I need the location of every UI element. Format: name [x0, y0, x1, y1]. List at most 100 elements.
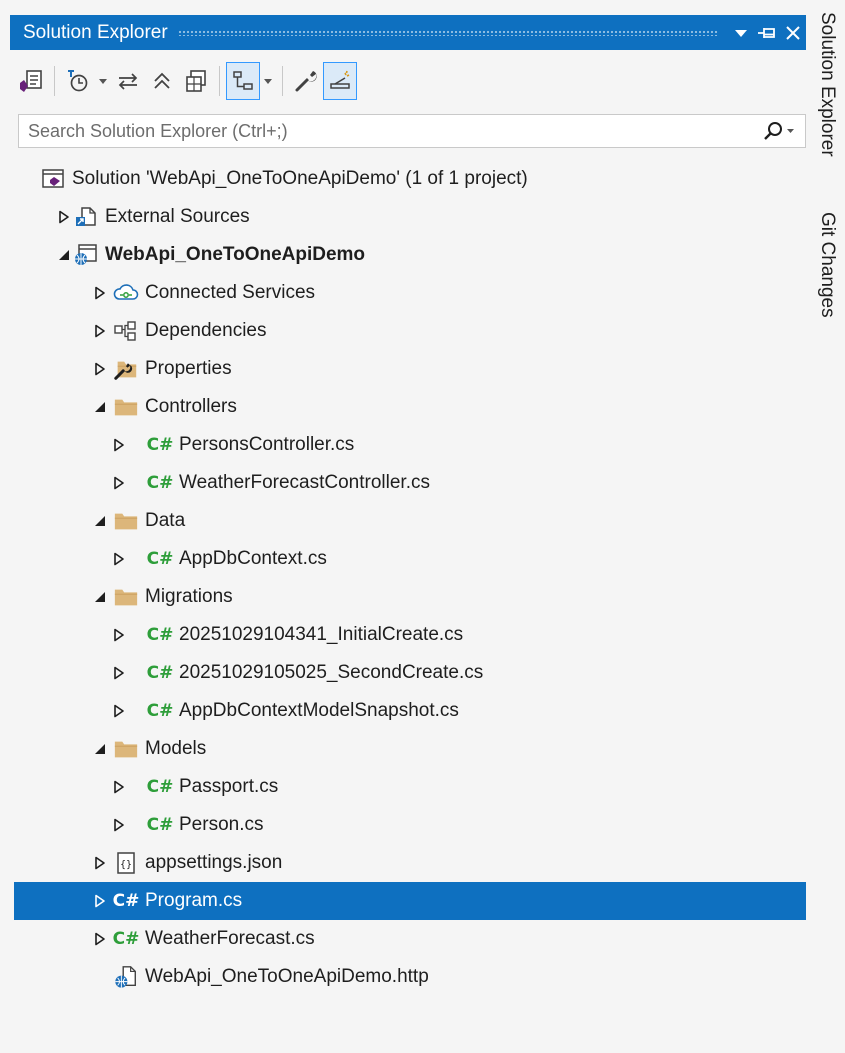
tree-item[interactable]: C# WeatherForecast.cs — [14, 920, 806, 958]
folder-icon — [113, 395, 139, 419]
close-button[interactable] — [780, 20, 806, 46]
tree-item[interactable]: Controllers — [14, 388, 806, 426]
preview-selected-items-button[interactable] — [226, 62, 260, 100]
tree-item-label: External Sources — [105, 206, 250, 227]
tree-item[interactable]: C# AppDbContextModelSnapshot.cs — [14, 692, 806, 730]
tree-item-label: PersonsController.cs — [179, 434, 355, 455]
title-bar-grip[interactable] — [177, 29, 718, 36]
folder-icon — [113, 737, 139, 761]
tree-item[interactable]: Properties — [14, 350, 806, 388]
json-file-icon: {} — [113, 851, 139, 875]
git-actions-button[interactable] — [323, 62, 357, 100]
collapse-arrow-icon[interactable] — [92, 513, 108, 529]
tree-item[interactable]: C# Person.cs — [14, 806, 806, 844]
csharp-file-icon: C# — [146, 623, 174, 647]
expand-arrow-icon[interactable] — [92, 361, 108, 377]
side-tab-solution-explorer[interactable]: Solution Explorer — [816, 12, 838, 157]
sync-with-active-document-button[interactable] — [111, 62, 145, 100]
dependencies-icon — [113, 319, 139, 343]
caret-down-icon — [264, 79, 272, 84]
csharp-glyph: C# — [146, 625, 174, 645]
tree-item-label: WeatherForecast.cs — [145, 928, 315, 949]
folder-icon — [113, 585, 139, 609]
csharp-glyph: C# — [146, 815, 174, 835]
solution-explorer-panel: Solution Explorer Search Solution Explor… — [0, 0, 811, 1053]
preview-dropdown[interactable] — [260, 62, 276, 100]
tree-item[interactable]: Data — [14, 502, 806, 540]
tree-item[interactable]: C# Program.cs — [14, 882, 806, 920]
expand-arrow-icon[interactable] — [56, 209, 72, 225]
collapse-all-button[interactable] — [145, 62, 179, 100]
search-options-button[interactable] — [755, 116, 805, 146]
pending-changes-filter-button[interactable] — [61, 62, 95, 100]
pending-changes-dropdown[interactable] — [95, 62, 111, 100]
expand-arrow-icon[interactable] — [111, 627, 127, 643]
collapse-arrow-icon[interactable] — [92, 399, 108, 415]
brush-icon — [330, 70, 350, 89]
expand-arrow-icon[interactable] — [111, 551, 127, 567]
expand-arrow-icon[interactable] — [92, 893, 108, 909]
expand-arrow-icon[interactable] — [111, 703, 127, 719]
svg-text:{}: {} — [120, 860, 132, 871]
tree-item[interactable]: Solution 'WebApi_OneToOneApiDemo' (1 of … — [14, 160, 806, 198]
tree-item[interactable]: WebApi_OneToOneApiDemo — [14, 236, 806, 274]
collapse-arrow-icon[interactable] — [56, 247, 72, 263]
tree-item[interactable]: C# 20251029104341_InitialCreate.cs — [14, 616, 806, 654]
tree-item[interactable]: C# 20251029105025_SecondCreate.cs — [14, 654, 806, 692]
solution-tree: Solution 'WebApi_OneToOneApiDemo' (1 of … — [14, 160, 806, 996]
tree-item[interactable]: C# PersonsController.cs — [14, 426, 806, 464]
expand-arrow-icon[interactable] — [111, 475, 127, 491]
properties-button[interactable] — [289, 62, 323, 100]
tree-item-label: AppDbContext.cs — [179, 548, 327, 569]
expand-arrow-icon[interactable] — [92, 285, 108, 301]
http-file-icon — [113, 965, 139, 989]
side-tab-git-changes[interactable]: Git Changes — [816, 212, 838, 318]
expand-arrow-icon[interactable] — [111, 817, 127, 833]
close-icon — [786, 25, 800, 40]
tree-item[interactable]: WebApi_OneToOneApiDemo.http — [14, 958, 806, 996]
wrench-icon — [295, 71, 317, 92]
panel-title: Solution Explorer — [23, 21, 168, 43]
tree-item[interactable]: Models — [14, 730, 806, 768]
csharp-glyph: C# — [146, 435, 174, 455]
tree-item-label: Dependencies — [145, 320, 267, 341]
window-position-dropdown-button[interactable] — [728, 20, 754, 46]
tree-item-label: Migrations — [145, 586, 233, 607]
toolbar-separator — [54, 66, 55, 96]
show-all-files-button[interactable] — [179, 62, 213, 100]
csharp-file-icon: C# — [146, 433, 174, 457]
show-all-files-icon — [186, 70, 206, 92]
panel-title-bar[interactable]: Solution Explorer — [10, 15, 806, 50]
tree-item-label: 20251029105025_SecondCreate.cs — [179, 662, 484, 683]
expand-arrow-icon[interactable] — [111, 437, 127, 453]
class-view-icon — [233, 71, 253, 90]
tree-item[interactable]: External Sources — [14, 198, 806, 236]
tree-item-label: WebApi_OneToOneApiDemo — [105, 244, 366, 265]
auto-hide-pin-button[interactable] — [754, 20, 780, 46]
tree-item[interactable]: C# Passport.cs — [14, 768, 806, 806]
tree-item[interactable]: C# AppDbContext.cs — [14, 540, 806, 578]
tree-item[interactable]: Dependencies — [14, 312, 806, 350]
tree-item[interactable]: {} appsettings.json — [14, 844, 806, 882]
tree-item-label: Controllers — [145, 396, 237, 417]
search-input[interactable] — [19, 115, 755, 147]
expand-arrow-icon[interactable] — [92, 323, 108, 339]
tree-item-label: 20251029104341_InitialCreate.cs — [179, 624, 464, 645]
expand-arrow-icon[interactable] — [111, 665, 127, 681]
collapse-arrow-icon[interactable] — [92, 589, 108, 605]
tree-item[interactable]: Connected Services — [14, 274, 806, 312]
properties-folder-icon — [113, 357, 139, 381]
collapse-arrow-icon[interactable] — [92, 741, 108, 757]
expand-arrow-icon[interactable] — [92, 931, 108, 947]
csharp-glyph: C# — [112, 891, 140, 911]
expand-arrow-icon[interactable] — [92, 855, 108, 871]
sync-arrows-icon — [118, 73, 138, 90]
expand-arrow-icon[interactable] — [111, 779, 127, 795]
tree-item[interactable]: C# WeatherForecastController.cs — [14, 464, 806, 502]
search-box[interactable] — [18, 114, 806, 148]
csharp-file-icon: C# — [147, 547, 174, 571]
web-project-icon — [73, 243, 99, 267]
tree-item-label: AppDbContextModelSnapshot.cs — [179, 700, 459, 721]
tree-item[interactable]: Migrations — [14, 578, 806, 616]
switch-views-button[interactable] — [14, 62, 48, 100]
